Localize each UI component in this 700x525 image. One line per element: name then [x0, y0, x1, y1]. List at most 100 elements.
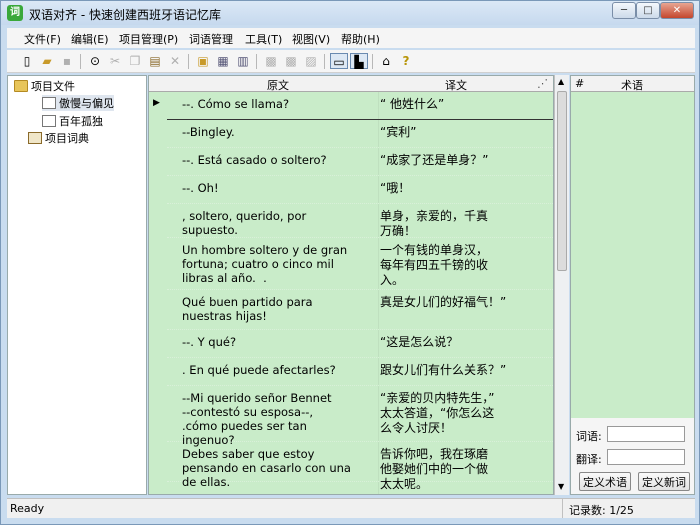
source-cell[interactable]: Un hombre soltero y de gran fortuna; cua…	[182, 243, 357, 285]
export-icon[interactable]: ▦	[215, 53, 231, 69]
source-cell[interactable]: Debes saber que estoy pensando en casarl…	[182, 447, 357, 489]
toolbar-separator	[188, 54, 189, 69]
document-icon	[42, 97, 56, 109]
column-term[interactable]: 术语	[621, 77, 643, 93]
target-cell[interactable]: “ 他姓什么”	[380, 97, 530, 112]
close-button[interactable]: ✕	[660, 2, 694, 19]
table-row[interactable]: --. Cómo se llama? “ 他姓什么”	[167, 92, 553, 120]
find-binoculars-icon[interactable]: ⊙	[87, 53, 103, 69]
minimize-button[interactable]: ─	[612, 2, 636, 19]
source-cell[interactable]: --. Está casado o soltero?	[182, 153, 357, 167]
toolbar-separator	[256, 54, 257, 69]
target-cell[interactable]: “成家了还是单身？”	[380, 153, 530, 168]
layout-view-icon[interactable]: ▭	[330, 53, 348, 69]
book-icon	[28, 132, 42, 144]
tree-node-project-files[interactable]: 项目文件	[14, 78, 75, 94]
open-folder-icon[interactable]: ▰	[39, 53, 55, 69]
scrollbar-thumb[interactable]	[557, 91, 567, 271]
new-file-icon[interactable]: ▯	[19, 53, 35, 69]
table-row[interactable]: --. Está casado o soltero? “成家了还是单身？”	[167, 148, 553, 176]
column-source[interactable]: 原文	[267, 77, 289, 93]
column-more-icon[interactable]: ⋰	[537, 77, 548, 90]
term-panel: # 术语 词语: 翻译: 定义术语 定义新词	[570, 75, 695, 495]
document-icon	[42, 115, 56, 127]
toolbar-separator	[80, 54, 81, 69]
menu-terms[interactable]: 词语管理	[189, 31, 233, 47]
target-cell[interactable]: 单身，亲爱的，千真 万确！	[380, 209, 530, 239]
source-cell[interactable]: --Mi querido señor Bennet --contestó su …	[182, 391, 357, 447]
scroll-up-icon[interactable]: ▲	[558, 77, 564, 86]
source-cell[interactable]: . En qué puede afectarles?	[182, 363, 357, 377]
grid-header: 原文 译文 ⋰	[149, 76, 553, 92]
source-cell[interactable]: --. Oh!	[182, 181, 357, 195]
window-title: 双语对齐 - 快速创建西班牙语记忆库	[29, 8, 221, 22]
record-count: 记录数: 1/25	[569, 504, 634, 517]
menu-project[interactable]: 项目管理(P)	[119, 31, 178, 47]
current-row-arrow-icon: ▶	[153, 98, 160, 108]
alignment-grid: 原文 译文 ⋰ ▶ --. Cómo se llama? “ 他姓什么” --Bin…	[148, 75, 554, 495]
split-icon[interactable]: ▨	[303, 53, 319, 69]
translation-input[interactable]	[607, 449, 685, 465]
menu-edit[interactable]: 编辑(E)	[71, 31, 109, 47]
menu-view[interactable]: 视图(V)	[292, 31, 330, 47]
term-view-icon[interactable]: ▙	[350, 53, 368, 69]
target-cell[interactable]: 告诉你吧，我在琢磨 他娶她们中的一个做 太太呢。	[380, 447, 530, 492]
table-row[interactable]: Un hombre soltero y de gran fortuna; cua…	[167, 238, 553, 290]
define-new-word-button[interactable]: 定义新词	[638, 472, 690, 491]
paste-icon[interactable]: ▤	[147, 53, 163, 69]
table-row[interactable]: , soltero, querido, por supuesto. 单身，亲爱的，…	[167, 204, 553, 238]
import-icon[interactable]: ▣	[195, 53, 211, 69]
translation-label: 翻译:	[576, 453, 602, 466]
word-input[interactable]	[607, 426, 685, 442]
tree-node-file[interactable]: 傲慢与偏见	[42, 95, 114, 111]
menu-file[interactable]: 文件(F)	[24, 31, 61, 47]
menu-tools[interactable]: 工具(T)	[245, 31, 282, 47]
copy-icon[interactable]: ❐	[127, 53, 143, 69]
table-row[interactable]: --. Y qué? “这是怎么说？	[167, 330, 553, 358]
target-cell[interactable]: “这是怎么说？	[380, 335, 530, 350]
app-window: 词 双语对齐 - 快速创建西班牙语记忆库 ─ □ ✕ 文件(F) 编辑(E) 项…	[0, 0, 700, 525]
merge-up-icon[interactable]: ▩	[263, 53, 279, 69]
save-icon[interactable]: ▪	[59, 53, 75, 69]
delete-icon[interactable]: ✕	[167, 53, 183, 69]
table-row[interactable]: --Bingley. “宾利”	[167, 120, 553, 148]
scroll-down-icon[interactable]: ▼	[558, 482, 564, 491]
table-row[interactable]: . En qué puede afectarles? 跟女儿们有什么关系？”	[167, 358, 553, 386]
maximize-button[interactable]: □	[636, 2, 660, 19]
table-row[interactable]: --Mi querido señor Bennet --contestó su …	[167, 386, 553, 447]
target-cell[interactable]: 真是女儿们的好福气！”	[380, 295, 530, 310]
table-row[interactable]: Qué buen partido para nuestras hijas! 真是女…	[167, 290, 553, 330]
source-cell[interactable]: --. Cómo se llama?	[182, 97, 357, 111]
term-form: 词语: 翻译: 定义术语 定义新词	[571, 418, 694, 494]
merge-down-icon[interactable]: ▩	[283, 53, 299, 69]
column-target[interactable]: 译文	[445, 77, 467, 93]
cut-icon[interactable]: ✂	[107, 53, 123, 69]
align-icon[interactable]: ▥	[235, 53, 251, 69]
source-cell[interactable]: --. Y qué?	[182, 335, 357, 349]
source-cell[interactable]: , soltero, querido, por supuesto.	[182, 209, 357, 237]
term-list	[571, 92, 694, 418]
menu-bar: 文件(F) 编辑(E) 项目管理(P) 词语管理 工具(T) 视图(V) 帮助(…	[7, 28, 695, 48]
toolbar: ▯ ▰ ▪ ⊙ ✂ ❐ ▤ ✕ ▣ ▦ ▥ ▩ ▩ ▨ ▭ ▙ ⌂ ?	[7, 50, 695, 73]
word-label: 词语:	[576, 430, 602, 443]
help-icon[interactable]: ?	[398, 53, 414, 69]
tree-node-file[interactable]: 百年孤独	[42, 113, 103, 129]
table-row[interactable]: --. Oh! “哦！	[167, 176, 553, 204]
home-icon[interactable]: ⌂	[378, 53, 394, 69]
vertical-scrollbar[interactable]: ▲ ▼	[554, 75, 569, 495]
status-text: Ready	[10, 502, 45, 515]
table-row[interactable]: Debes saber que estoy pensando en casarl…	[167, 442, 553, 491]
target-cell[interactable]: “宾利”	[380, 125, 530, 140]
tree-node-glossary[interactable]: 项目词典	[28, 130, 89, 146]
target-cell[interactable]: 跟女儿们有什么关系？”	[380, 363, 530, 378]
column-number[interactable]: #	[575, 77, 584, 90]
menu-help[interactable]: 帮助(H)	[341, 31, 380, 47]
target-cell[interactable]: “哦！	[380, 181, 530, 196]
status-divider	[562, 499, 563, 518]
target-cell[interactable]: “亲爱的贝内特先生，” 太太答道，“你怎么这 么令人讨厌！	[380, 391, 530, 436]
title-bar: 词 双语对齐 - 快速创建西班牙语记忆库 ─ □ ✕	[1, 1, 699, 25]
target-cell[interactable]: 一个有钱的单身汉， 每年有四五千镑的收 入。	[380, 243, 530, 288]
source-cell[interactable]: Qué buen partido para nuestras hijas!	[182, 295, 357, 323]
source-cell[interactable]: --Bingley.	[182, 125, 357, 139]
define-term-button[interactable]: 定义术语	[579, 472, 631, 491]
